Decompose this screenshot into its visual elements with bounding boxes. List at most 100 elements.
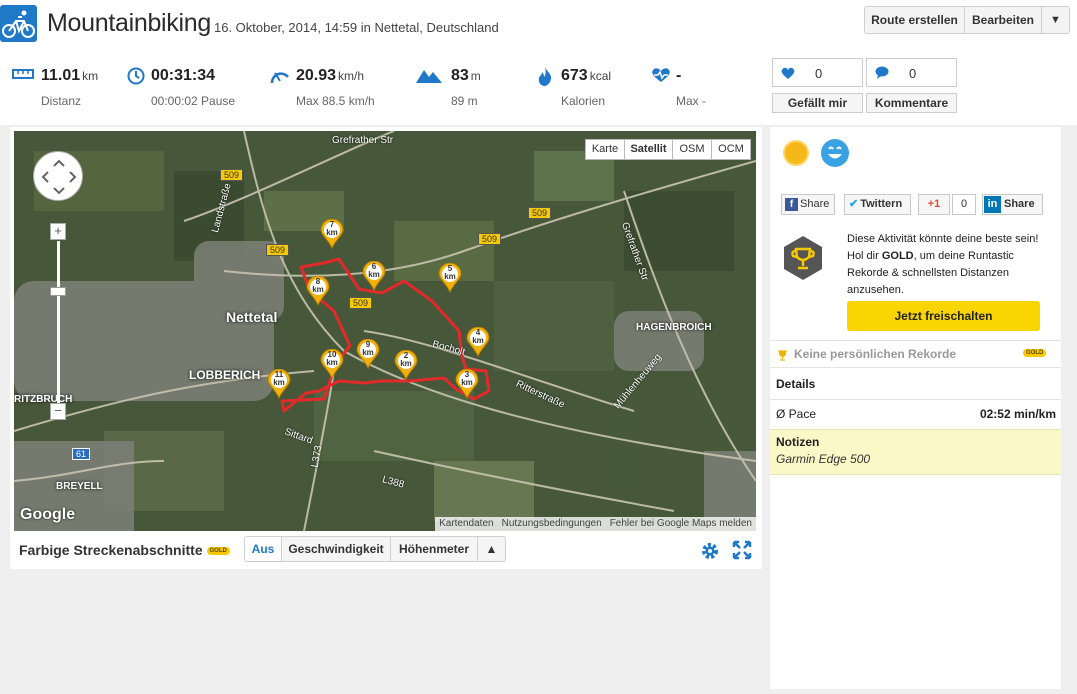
km-marker[interactable]: 9 km bbox=[356, 339, 380, 369]
trophy-icon bbox=[782, 235, 824, 286]
plus-icon: + bbox=[54, 223, 62, 238]
page-title: Mountainbiking bbox=[47, 9, 211, 37]
km-marker[interactable]: 10 km bbox=[320, 349, 344, 379]
map-type-satellit[interactable]: Satellit bbox=[624, 139, 673, 160]
linkedin-share-button[interactable]: in Share bbox=[982, 194, 1043, 215]
km-marker[interactable]: 4 km bbox=[466, 327, 490, 357]
gplus-label: +1 bbox=[927, 198, 941, 210]
road-number: 509 bbox=[349, 297, 373, 309]
stat-unit: kcal bbox=[589, 69, 612, 83]
map-type-karte[interactable]: Karte bbox=[585, 139, 625, 160]
zoom-slider-handle[interactable] bbox=[50, 287, 66, 296]
gold-promo: Diese Aktivität könnte deine beste sein!… bbox=[770, 225, 1061, 337]
road-number: 509 bbox=[266, 244, 290, 256]
stat-label: Max 88.5 km/h bbox=[296, 94, 375, 108]
more-options-button[interactable]: ▼ bbox=[1041, 6, 1070, 34]
gold-promo-text: Diese Aktivität könnte deine beste sein!… bbox=[847, 233, 1039, 296]
gplus-button[interactable]: +1 bbox=[918, 194, 950, 215]
expand-chart-button[interactable]: ▲ bbox=[477, 536, 506, 562]
ruler-icon bbox=[12, 67, 34, 86]
stat-label: Kalorien bbox=[561, 94, 606, 108]
stat-value: 20.93 bbox=[296, 67, 337, 84]
map-type-osm[interactable]: OSM bbox=[672, 139, 712, 160]
facebook-share-label: Share bbox=[800, 198, 830, 210]
stat-value: 11.01 bbox=[41, 67, 81, 84]
km-marker-unit: km bbox=[273, 378, 285, 387]
km-marker-unit: km bbox=[400, 359, 412, 368]
gold-badge: GOLD bbox=[206, 547, 230, 556]
segments-elevation-button[interactable]: Höhenmeter bbox=[390, 536, 478, 562]
map-type-ocm[interactable]: OCM bbox=[711, 139, 751, 160]
zoom-in-button[interactable]: + bbox=[50, 223, 66, 240]
map-toolbar: Farbige Streckenabschnitte GOLD Aus Gesc… bbox=[10, 531, 762, 569]
map-data-link[interactable]: Kartendaten bbox=[435, 518, 498, 529]
linkedin-icon: in bbox=[984, 196, 1001, 213]
km-marker-unit: km bbox=[326, 228, 338, 237]
segments-label: Farbige Streckenabschnitte bbox=[19, 542, 203, 558]
twitter-label: Twittern bbox=[860, 198, 903, 210]
no-records-label: Keine persönlichen Rekorde bbox=[794, 347, 957, 361]
map-place-label: BREYELL bbox=[56, 481, 103, 492]
km-marker[interactable]: 2 km bbox=[394, 350, 418, 380]
comments-button[interactable]: Kommentare bbox=[866, 93, 957, 113]
create-route-button[interactable]: Route erstellen bbox=[864, 6, 965, 34]
stat-unit: km/h bbox=[338, 69, 365, 83]
comments-count-box: 0 bbox=[866, 58, 957, 87]
details-section: Details bbox=[770, 371, 1061, 399]
flame-icon bbox=[537, 67, 553, 91]
km-marker[interactable]: 6 km bbox=[362, 261, 386, 291]
gear-icon[interactable] bbox=[700, 541, 720, 566]
map-footer: Kartendaten Nutzungsbedingungen Fehler bei… bbox=[435, 517, 756, 531]
notes-text: Garmin Edge 500 bbox=[776, 452, 871, 466]
pace-label: Ø Pace bbox=[776, 407, 817, 421]
mountainbike-icon bbox=[0, 5, 37, 42]
stat-value: 83 bbox=[451, 67, 469, 84]
km-marker-unit: km bbox=[472, 336, 484, 345]
segments-speed-button[interactable]: Geschwindigkeit bbox=[281, 536, 391, 562]
twitter-button[interactable]: ✔ Twittern bbox=[844, 194, 911, 215]
heart-icon bbox=[781, 66, 795, 84]
gold-badge: GOLD bbox=[1023, 349, 1047, 357]
right-sidebar: f Share ✔ Twittern +1 0 in Share Diese Akti… bbox=[770, 127, 1061, 689]
unlock-gold-button[interactable]: Jetzt freischalten bbox=[847, 301, 1040, 331]
terms-link[interactable]: Nutzungsbedingungen bbox=[498, 518, 606, 529]
likes-count-box: 0 bbox=[772, 58, 863, 87]
segments-off-button[interactable]: Aus bbox=[244, 536, 282, 562]
speech-bubble-icon bbox=[875, 66, 889, 84]
header: Mountainbiking 16. Oktober, 2014, 14:59 … bbox=[0, 0, 1077, 55]
likes-count: 0 bbox=[815, 66, 823, 81]
fullscreen-icon[interactable] bbox=[732, 540, 752, 565]
stat-unit: m bbox=[470, 69, 481, 83]
road-number: 509 bbox=[220, 169, 244, 181]
facebook-icon: f bbox=[785, 198, 798, 211]
road-number: 509 bbox=[528, 207, 552, 219]
pace-row: Ø Pace 02:52 min/km bbox=[770, 399, 1061, 429]
facebook-share-button[interactable]: f Share bbox=[781, 194, 835, 215]
km-marker[interactable]: 5 km bbox=[438, 263, 462, 293]
zoom-slider-track[interactable] bbox=[57, 241, 60, 413]
stat-value: 673 bbox=[561, 67, 588, 84]
map-place-label: HAGENBROICH bbox=[636, 322, 712, 333]
km-marker[interactable]: 11 km bbox=[267, 369, 291, 399]
km-marker-unit: km bbox=[362, 348, 374, 357]
km-marker-unit: km bbox=[461, 378, 473, 387]
edit-button[interactable]: Bearbeiten bbox=[964, 6, 1042, 34]
stat-label: Distanz bbox=[41, 94, 82, 108]
sunny-weather-icon bbox=[782, 139, 810, 172]
triangle-up-icon: ▲ bbox=[485, 542, 498, 556]
like-button[interactable]: Gefällt mir bbox=[772, 93, 863, 113]
google-logo: Google bbox=[20, 506, 76, 523]
stat-value: 00:31:34 bbox=[151, 67, 216, 84]
km-marker[interactable]: 7 km bbox=[320, 219, 344, 249]
km-marker[interactable]: 8 km bbox=[306, 276, 330, 306]
heartrate-icon bbox=[651, 67, 671, 88]
notes-heading: Notizen bbox=[776, 435, 820, 449]
zoom-out-button[interactable]: − bbox=[50, 403, 66, 420]
km-marker[interactable]: 3 km bbox=[455, 369, 479, 399]
route-map[interactable]: Nettetal LOBBERICH HAGENBROICH RITZBRUCH… bbox=[14, 131, 756, 531]
personal-records: Keine persönlichen Rekorde GOLD bbox=[770, 340, 1061, 368]
map-street-label: Grefrather Str bbox=[332, 135, 394, 146]
pace-value: 02:52 min/km bbox=[979, 407, 1056, 421]
pan-control[interactable] bbox=[33, 151, 83, 201]
report-error-link[interactable]: Fehler bei Google Maps melden bbox=[606, 518, 756, 529]
